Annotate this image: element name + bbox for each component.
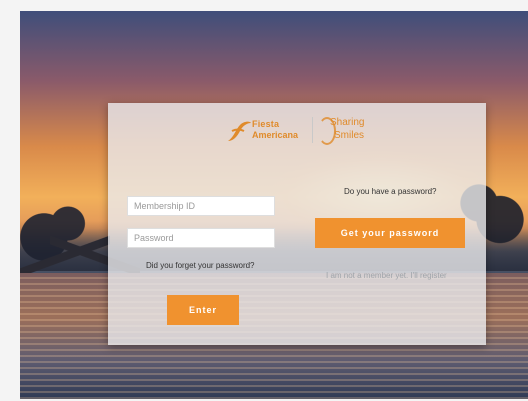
password-placeholder: Password bbox=[134, 233, 174, 243]
enter-button[interactable]: Enter bbox=[167, 295, 239, 325]
membership-id-placeholder: Membership ID bbox=[134, 201, 196, 211]
login-panel: Fiesta Americana Sharing Smiles Membersh… bbox=[108, 103, 486, 345]
fiesta-logo-text-line1: Fiesta bbox=[252, 119, 280, 129]
sharing-smiles-logo: Sharing Smiles bbox=[318, 113, 378, 147]
password-input[interactable]: Password bbox=[127, 228, 275, 248]
fiesta-americana-logo: Fiesta Americana bbox=[226, 115, 302, 145]
get-password-button[interactable]: Get your password bbox=[315, 218, 465, 248]
forgot-password-link[interactable]: Did you forget your password? bbox=[146, 261, 255, 270]
register-link[interactable]: I am not a member yet. I'll register bbox=[326, 271, 447, 280]
membership-id-input[interactable]: Membership ID bbox=[127, 196, 275, 216]
logo-divider bbox=[312, 117, 313, 143]
fiesta-logo-text-line2: Americana bbox=[252, 130, 299, 140]
logo-area: Fiesta Americana Sharing Smiles bbox=[226, 109, 366, 149]
sharing-logo-text-line2: Smiles bbox=[334, 130, 365, 141]
fiesta-swoosh-icon bbox=[228, 121, 251, 141]
sharing-logo-text-line1: Sharing bbox=[330, 117, 365, 128]
have-password-prompt: Do you have a password? bbox=[344, 187, 437, 196]
